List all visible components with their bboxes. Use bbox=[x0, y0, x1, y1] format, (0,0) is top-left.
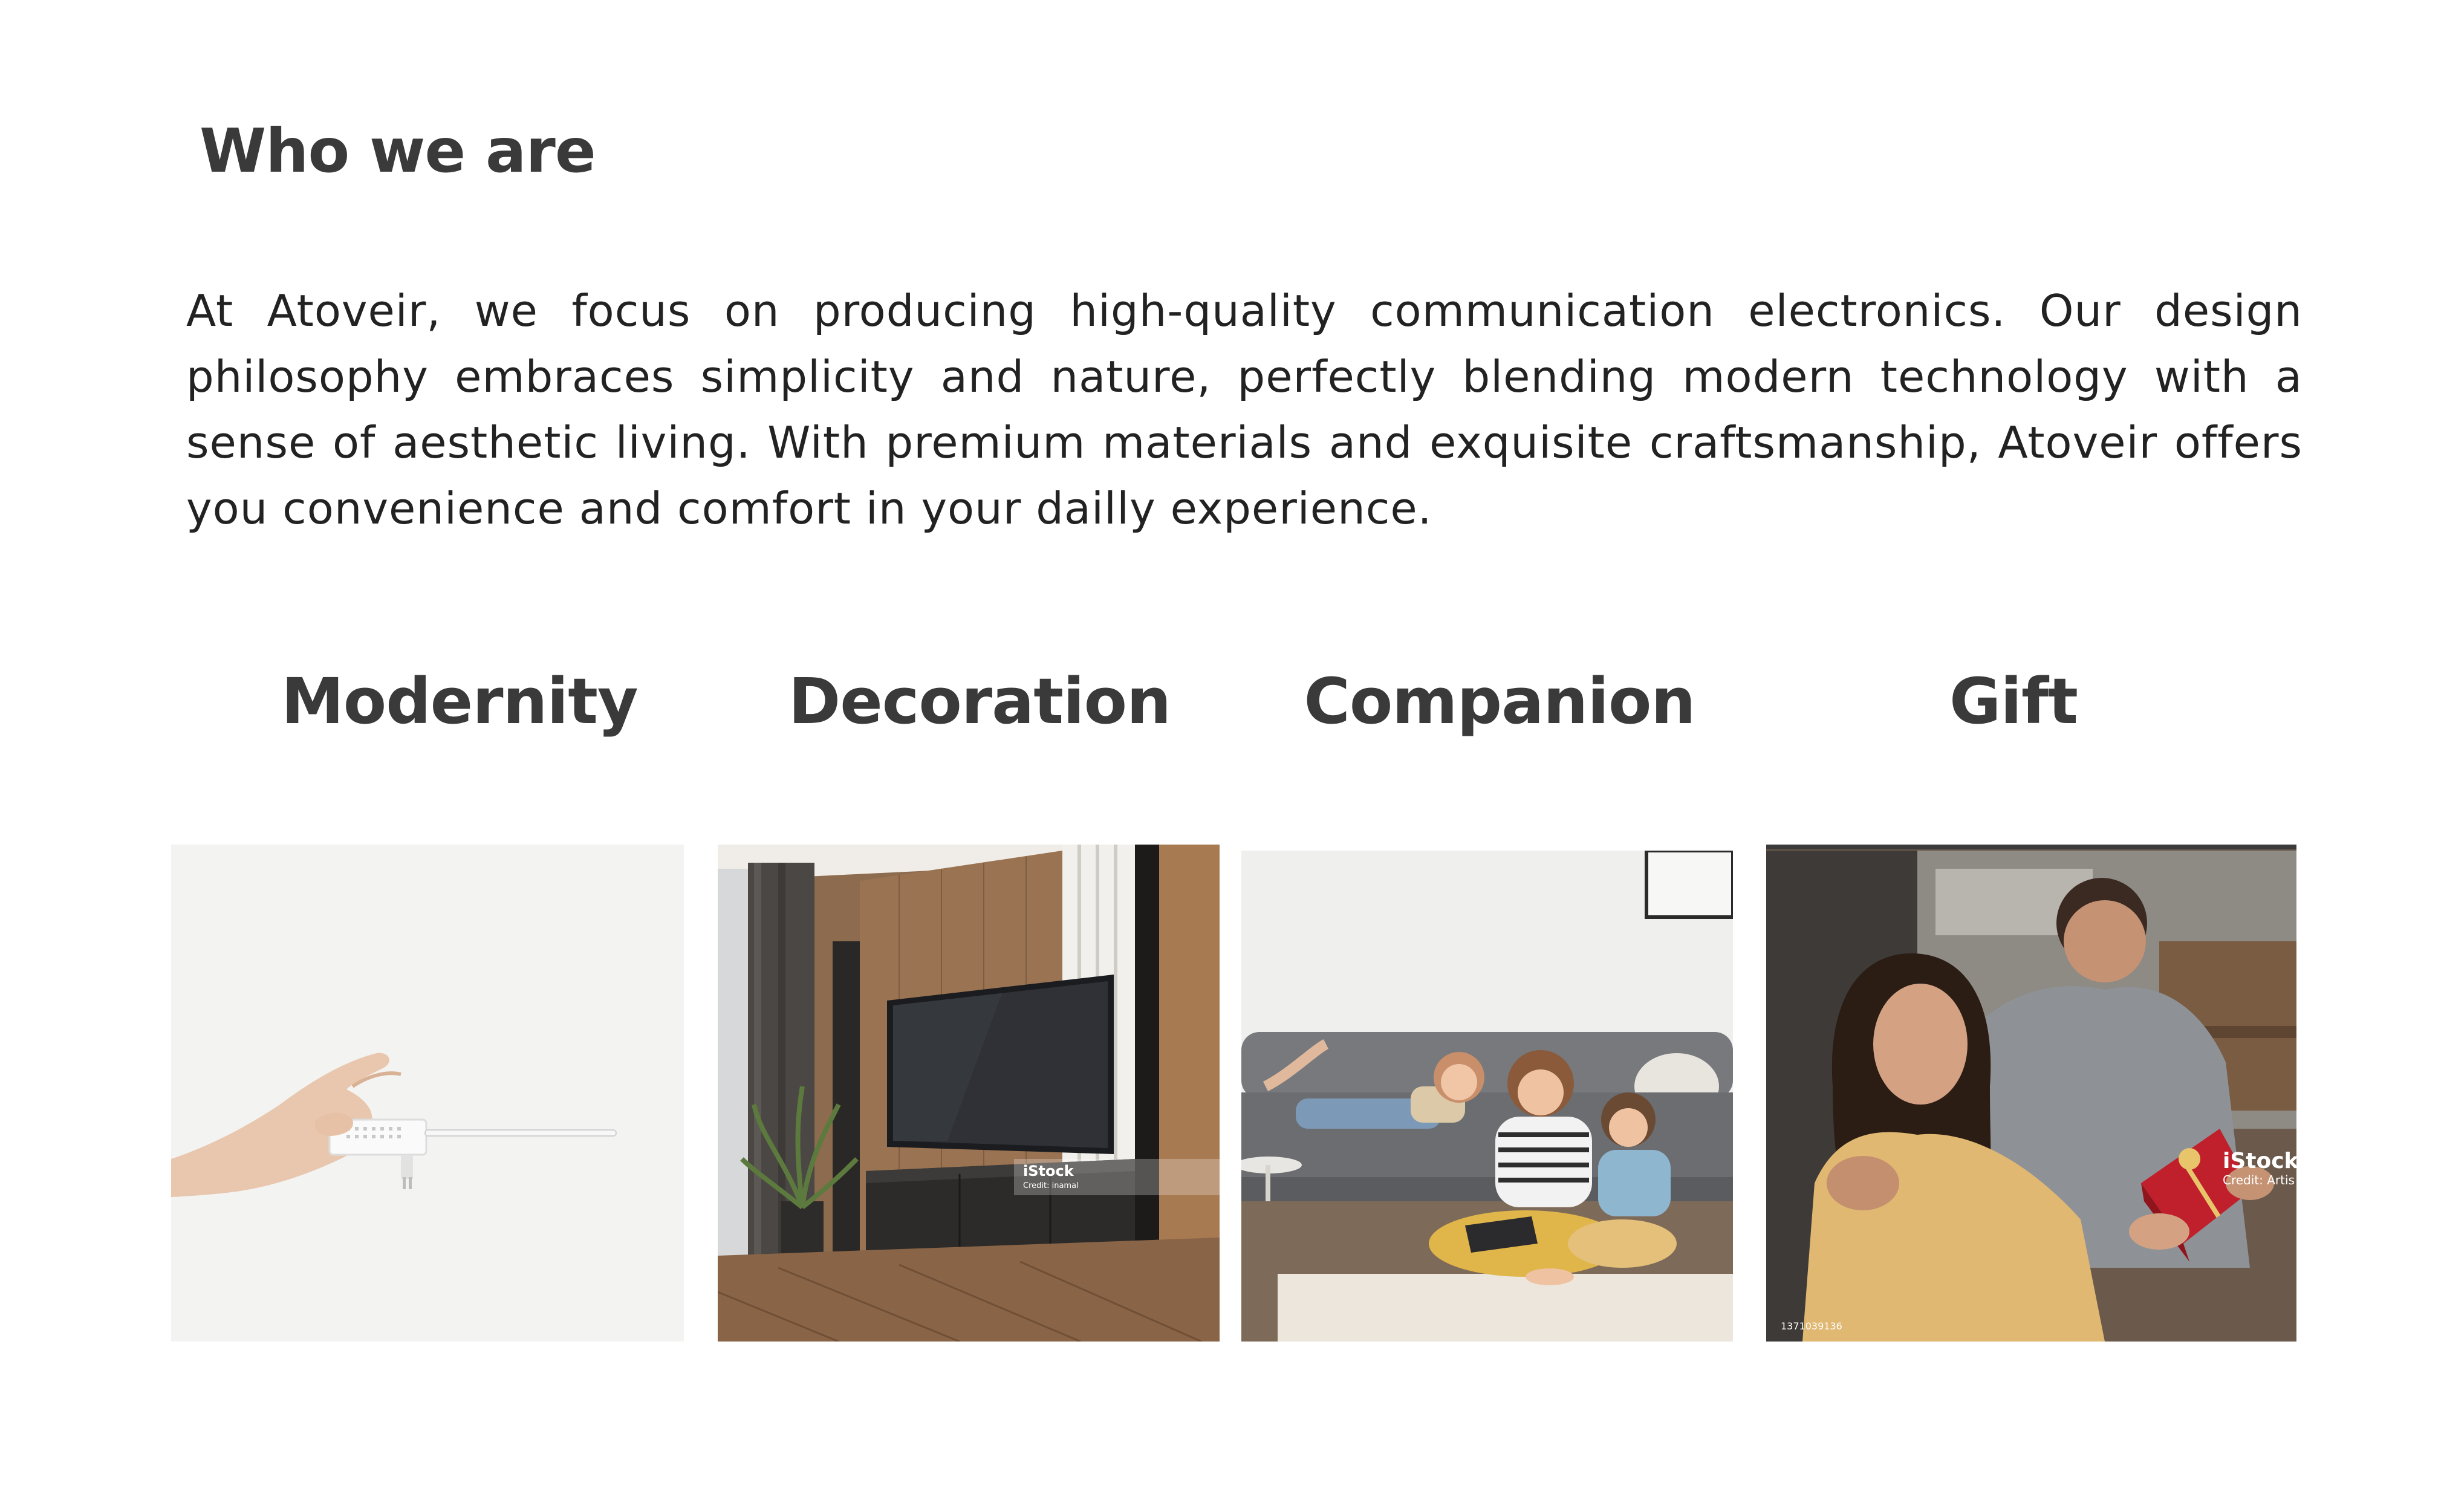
category-title-companion: Companion bbox=[1304, 664, 1696, 738]
istock-credit: Credit: inamal bbox=[1023, 1181, 1079, 1190]
istock-credit: Credit: Artis bbox=[2223, 1173, 2295, 1187]
living-room-tv-wall-photo: iStock Credit: inamal bbox=[718, 845, 1220, 1342]
istock-watermark: iStock bbox=[1023, 1163, 1074, 1179]
stock-id: 1371039136 bbox=[1781, 1320, 1842, 1332]
intro-paragraph: At Atoveir, we focus on producing high-q… bbox=[186, 285, 2303, 534]
hand-holding-wifi-extender-photo bbox=[171, 845, 684, 1342]
category-title-gift: Gift bbox=[1949, 664, 2078, 738]
couple-with-gift-box-photo: iStock Credit: Artis 1371039136 bbox=[1766, 845, 2296, 1342]
category-title-decoration: Decoration bbox=[788, 664, 1171, 738]
category-title-modernity: Modernity bbox=[281, 664, 638, 738]
family-on-sofa-photo bbox=[1241, 851, 1733, 1342]
istock-watermark: iStock bbox=[2223, 1149, 2296, 1173]
page-title: Who we are bbox=[200, 115, 596, 186]
